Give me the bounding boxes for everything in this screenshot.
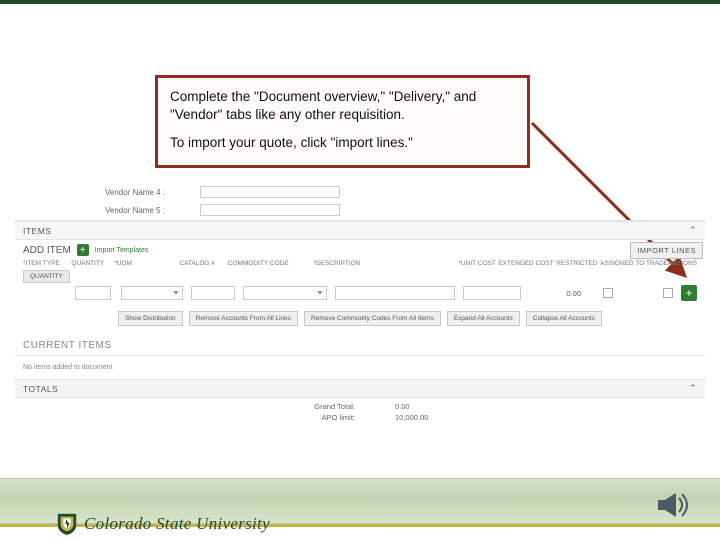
vendor-name5-input[interactable] bbox=[200, 204, 340, 216]
remove-commodity-button[interactable]: Remove Commodity Codes From All Items bbox=[304, 311, 441, 326]
extended-cost-value: 0.00 bbox=[531, 289, 581, 298]
uom-select[interactable] bbox=[121, 286, 183, 300]
item-row: 0.00 + bbox=[15, 285, 705, 305]
col-quantity: QUANTITY bbox=[71, 260, 114, 267]
csu-wordmark: Colorado State University bbox=[84, 514, 270, 534]
col-extended: EXTENDED COST bbox=[496, 260, 554, 267]
csu-logo: Colorado State University bbox=[56, 512, 270, 536]
catalog-input[interactable] bbox=[191, 286, 235, 300]
show-distribution-button[interactable]: Show Distribution bbox=[118, 311, 183, 326]
col-tradein: ASSIGNED TO TRADE-IN bbox=[600, 260, 668, 267]
app-screenshot-region: Vendor Name 4 : Vendor Name 5 : ITEMS ⌃ … bbox=[15, 184, 705, 426]
chevron-up-icon: ⌃ bbox=[689, 383, 697, 394]
no-items-text: No items added to document bbox=[15, 360, 705, 379]
vendor-name5-label: Vendor Name 5 : bbox=[105, 206, 200, 215]
col-unit-cost: *UNIT COST bbox=[434, 260, 495, 267]
top-accent-bar bbox=[0, 0, 720, 4]
tradein-checkbox[interactable] bbox=[663, 288, 673, 298]
grand-total-label: Grand Total: bbox=[15, 402, 395, 411]
items-grid-header: *ITEM TYPE QUANTITY *UOM CATALOG # COMMO… bbox=[15, 258, 705, 270]
import-lines-button[interactable]: IMPORT LINES bbox=[630, 242, 703, 259]
vendor-name4-input[interactable] bbox=[200, 186, 340, 198]
add-item-label: ADD ITEM bbox=[23, 245, 71, 256]
col-catalog: CATALOG # bbox=[179, 260, 227, 267]
instruction-callout: Complete the "Document overview," "Deliv… bbox=[155, 75, 530, 168]
col-commodity: COMMODITY CODE bbox=[228, 260, 314, 267]
totals-panel-header[interactable]: TOTALS ⌃ bbox=[15, 379, 705, 398]
totals-block: Grand Total: 0.00 APO limit: 10,000.00 bbox=[15, 398, 705, 426]
callout-line-1: Complete the "Document overview," "Deliv… bbox=[170, 88, 515, 124]
col-restricted: RESTRICTED bbox=[554, 260, 601, 267]
bulk-action-row: Show Distribution Remove Accounts From A… bbox=[15, 305, 705, 334]
col-actions: ACTIONS bbox=[668, 260, 697, 267]
items-panel-header[interactable]: ITEMS ⌃ bbox=[15, 221, 705, 240]
col-description: *DESCRIPTION bbox=[313, 260, 434, 267]
csu-shield-icon bbox=[56, 512, 78, 536]
remove-accounts-button[interactable]: Remove Accounts From All Lines bbox=[189, 311, 298, 326]
chevron-up-icon: ⌃ bbox=[689, 225, 697, 236]
grand-total-value: 0.00 bbox=[395, 402, 645, 411]
restricted-checkbox[interactable] bbox=[603, 288, 613, 298]
add-item-plus-icon[interactable]: + bbox=[77, 244, 89, 256]
unit-cost-input[interactable] bbox=[463, 286, 521, 300]
import-templates-link[interactable]: Import Templates bbox=[95, 247, 149, 254]
add-item-bar: ADD ITEM + Import Templates IMPORT LINES bbox=[15, 240, 705, 258]
description-input[interactable] bbox=[335, 286, 455, 300]
callout-line-2: To import your quote, click "import line… bbox=[170, 134, 515, 152]
col-uom: *UOM bbox=[114, 260, 179, 267]
collapse-accounts-button[interactable]: Collapse All Accounts bbox=[526, 311, 602, 326]
quantity-input[interactable] bbox=[75, 286, 111, 300]
expand-accounts-button[interactable]: Expand All Accounts bbox=[447, 311, 520, 326]
vendor-name4-row: Vendor Name 4 : bbox=[105, 184, 705, 200]
col-item-type: *ITEM TYPE bbox=[23, 260, 71, 267]
add-row-button[interactable]: + bbox=[681, 285, 697, 301]
current-items-title: CURRENT ITEMS bbox=[15, 334, 705, 353]
quantity-badge: QUANTITY bbox=[23, 270, 70, 283]
vendor-name4-label: Vendor Name 4 : bbox=[105, 188, 200, 197]
apo-limit-value: 10,000.00 bbox=[395, 413, 645, 422]
commodity-select[interactable] bbox=[243, 286, 327, 300]
vendor-name5-row: Vendor Name 5 : bbox=[105, 202, 705, 218]
apo-limit-label: APO limit: bbox=[15, 413, 395, 422]
items-panel-title: ITEMS bbox=[23, 226, 51, 236]
speaker-icon bbox=[654, 490, 694, 520]
totals-title: TOTALS bbox=[23, 384, 58, 394]
